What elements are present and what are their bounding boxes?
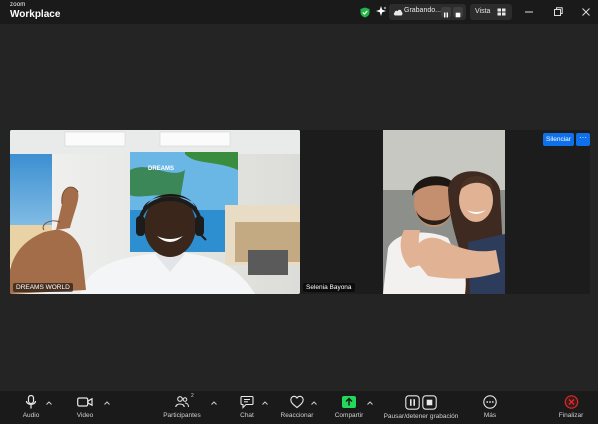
pause-stop-recording-button[interactable]: Pausar/detener grabación: [380, 395, 462, 421]
end-label: Finalizar: [558, 412, 584, 419]
react-label: Reaccionar: [280, 412, 314, 419]
participants-button[interactable]: Participantes: [160, 395, 204, 421]
participants-options-caret-icon[interactable]: [211, 401, 217, 405]
chat-options-caret-icon[interactable]: [262, 401, 268, 405]
participant-video: DREAMS: [10, 130, 300, 294]
participant-more-button[interactable]: ···: [576, 133, 590, 146]
share-screen-icon: [342, 396, 356, 408]
video-camera-icon: [77, 397, 93, 407]
pause-icon: [444, 12, 448, 18]
maximize-icon[interactable]: [552, 6, 564, 18]
video-tile-dreams-world[interactable]: DREAMS DREAMS WORLD: [10, 130, 300, 294]
react-button[interactable]: Reaccionar: [278, 395, 316, 421]
more-button[interactable]: Más: [478, 395, 502, 421]
video-label: Video: [76, 412, 94, 419]
chat-icon: [240, 395, 254, 409]
more-label: Más: [483, 412, 497, 419]
stop-icon: [455, 12, 461, 18]
recording-controls-label: Pausar/detener grabación: [383, 413, 459, 420]
video-options-caret-icon[interactable]: [104, 401, 110, 405]
audio-label: Audio: [22, 412, 40, 419]
share-button[interactable]: Compartir: [331, 395, 367, 421]
participant-name: DREAMS WORLD: [13, 283, 73, 292]
participants-label: Participantes: [163, 412, 201, 419]
end-call-icon: [564, 395, 578, 409]
audio-button[interactable]: Audio: [18, 395, 44, 421]
recording-indicator[interactable]: Grabando...: [389, 4, 466, 20]
view-label: Vista: [475, 8, 491, 15]
heart-icon: [290, 395, 304, 409]
video-tile-selenia-bayona[interactable]: Selenia Bayona: [300, 130, 590, 294]
app-logo-bottom: Workplace: [10, 9, 61, 20]
title-bar: zoom Workplace Grabando... Vista: [0, 0, 598, 24]
stop-recording-button[interactable]: [453, 7, 463, 18]
participant-name: Selenia Bayona: [303, 283, 355, 292]
cloud-icon: [393, 9, 403, 16]
participant-photo: [300, 130, 590, 294]
meeting-toolbar: Audio Video Participantes 2 Chat Reaccio…: [0, 391, 598, 424]
share-label: Compartir: [334, 412, 364, 419]
sparkle-icon[interactable]: [376, 6, 387, 17]
share-options-caret-icon[interactable]: [367, 401, 373, 405]
audio-options-caret-icon[interactable]: [46, 401, 52, 405]
microphone-icon: [25, 395, 37, 409]
chat-button[interactable]: Chat: [234, 395, 260, 421]
react-options-caret-icon[interactable]: [311, 401, 317, 405]
close-icon[interactable]: [580, 6, 592, 18]
chat-label: Chat: [240, 412, 254, 419]
view-button[interactable]: Vista: [470, 4, 512, 20]
mural-logo: DREAMS: [148, 166, 174, 172]
video-button[interactable]: Video: [72, 395, 98, 421]
pause-recording-button[interactable]: [441, 7, 451, 18]
app-logo-top: zoom: [10, 2, 26, 8]
end-meeting-button[interactable]: Finalizar: [555, 395, 587, 421]
recording-label: Grabando...: [404, 7, 441, 14]
minimize-icon[interactable]: [523, 6, 535, 18]
shield-icon[interactable]: [360, 7, 370, 18]
mute-participant-button[interactable]: Silenciar: [543, 133, 574, 146]
more-dots-icon: [483, 395, 497, 409]
participants-icon: [175, 396, 189, 408]
participants-count: 2: [191, 393, 194, 399]
recording-controls-icon: [405, 395, 437, 410]
grid-icon: [497, 8, 506, 16]
